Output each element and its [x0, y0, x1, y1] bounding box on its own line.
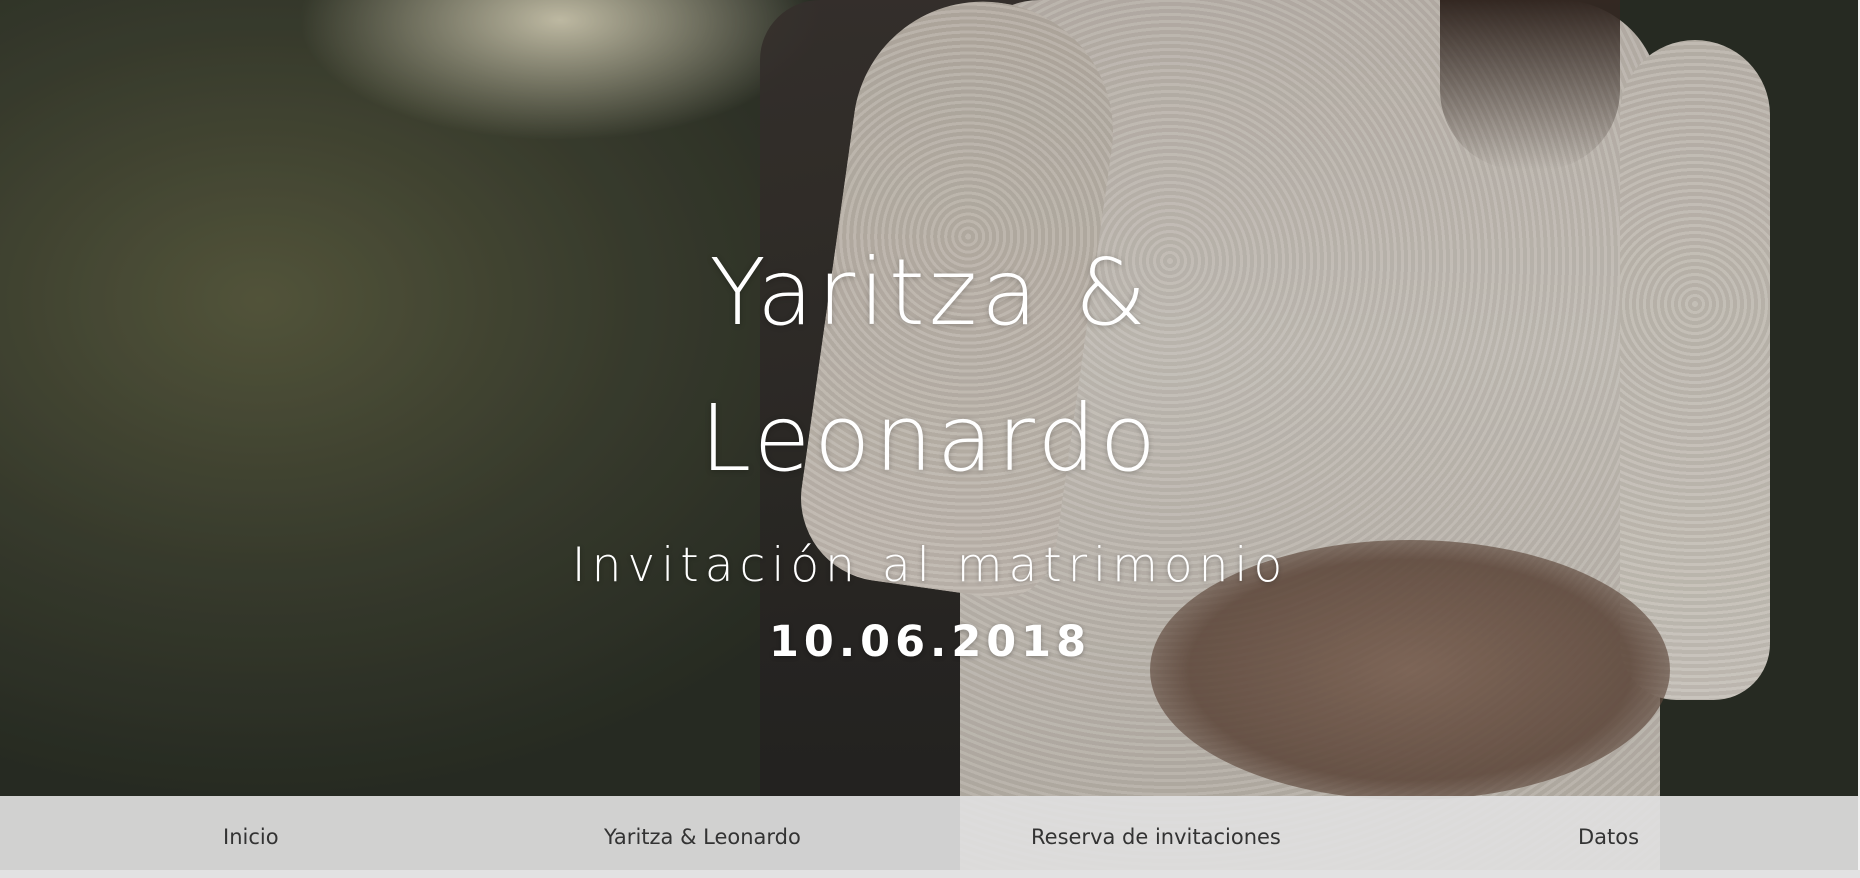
nav-item-couple[interactable]: Yaritza & Leonardo	[604, 796, 801, 878]
nav-item-reserva[interactable]: Reserva de invitaciones	[1031, 796, 1281, 878]
hero-title-block: Yaritza & Leonardo Invitación al matrimo…	[530, 220, 1330, 667]
couple-names-line2: Leonardo	[699, 385, 1161, 492]
nav-item-datos[interactable]: Datos	[1578, 796, 1639, 878]
wedding-date: 10.06.2018	[768, 617, 1092, 667]
hero-section: Yaritza & Leonardo Invitación al matrimo…	[0, 0, 1860, 870]
main-navigation: Inicio Yaritza & Leonardo Reserva de inv…	[0, 796, 1860, 878]
couple-names: Yaritza & Leonardo	[530, 220, 1330, 512]
invitation-subtitle: Invitación al matrimonio	[571, 538, 1289, 593]
couple-names-line1: Yaritza &	[709, 239, 1151, 346]
nav-item-inicio[interactable]: Inicio	[223, 796, 279, 878]
